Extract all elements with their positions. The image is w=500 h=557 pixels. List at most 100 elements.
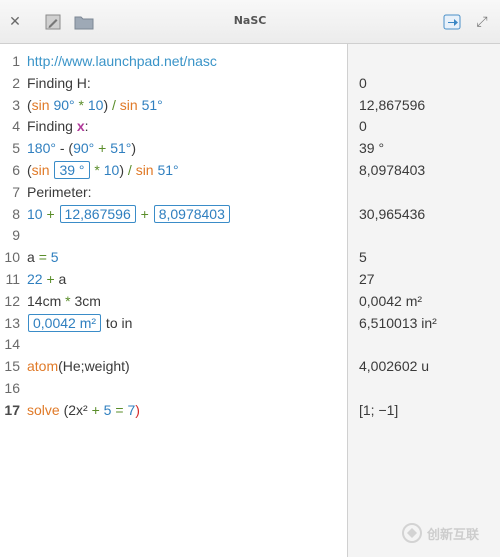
code-line[interactable]: 10 a = 5 — [0, 246, 347, 268]
code-token: (He;weight) — [58, 358, 130, 375]
code-text[interactable]: (sin 39 ° * 10) / sin 51° — [27, 159, 179, 181]
result-value[interactable]: 0 — [359, 72, 367, 94]
result-value[interactable]: 8,0978403 — [359, 159, 425, 181]
code-token: ) — [103, 96, 113, 113]
code-text[interactable]: Finding H: — [27, 72, 91, 94]
code-line[interactable]: 1 http://www.launchpad.net/nasc — [0, 50, 347, 72]
code-token: ) — [119, 162, 128, 178]
code-line[interactable]: 17 solve (2x² + 5 = 7) — [0, 399, 347, 421]
code-line[interactable]: 14 — [0, 333, 347, 355]
code-token: 10 — [27, 205, 43, 222]
line-number: 4 — [12, 118, 20, 135]
result-reference[interactable]: 39 ° — [54, 161, 90, 179]
code-token: solve — [27, 401, 60, 418]
code-token: sin — [31, 96, 50, 113]
code-line[interactable]: 4 Finding x: — [0, 115, 347, 137]
line-number: 3 — [12, 96, 20, 113]
code-text[interactable]: 22 + a — [27, 268, 66, 290]
code-text[interactable]: 10 + 12,867596 + 8,0978403 — [27, 203, 231, 225]
code-line[interactable]: 3 (sin 90° * 10) / sin 51° — [0, 94, 347, 116]
code-text[interactable]: (sin 90° * 10) / sin 51° — [27, 94, 163, 116]
code-token: x — [76, 118, 85, 135]
line-number: 10 — [4, 249, 20, 266]
maximize-icon[interactable]: ⤢ — [470, 10, 494, 34]
result-value[interactable]: 0,0042 m² — [359, 290, 422, 312]
editor-pane[interactable]: 1 http://www.launchpad.net/nasc 2 Finding H… — [0, 44, 347, 557]
result-value[interactable]: 30,965436 — [359, 203, 425, 225]
watermark-text: 创新互联 — [427, 527, 480, 543]
line-number: 12 — [4, 292, 20, 309]
watermark-icon — [402, 523, 422, 543]
code-text[interactable]: atom(He;weight) — [27, 355, 130, 377]
result-value[interactable]: 5 — [359, 246, 367, 268]
line-number: 9 — [12, 227, 20, 244]
code-line[interactable]: 9 — [0, 224, 347, 246]
code-token: 2x² — [68, 401, 88, 418]
code-token: 51° — [157, 162, 179, 178]
code-text[interactable]: solve (2x² + 5 = 7) — [27, 399, 140, 421]
code-token: + — [140, 205, 149, 222]
line-number: 11 — [5, 271, 20, 287]
code-line[interactable]: 8 10 + 12,867596 + 8,0978403 — [0, 203, 347, 225]
code-text[interactable]: Finding x: — [27, 115, 89, 137]
code-text[interactable]: http://www.launchpad.net/nasc — [27, 50, 217, 72]
code-text[interactable]: 14cm * 3cm — [27, 290, 101, 312]
line-number: 1 — [12, 53, 20, 69]
code-token: sin — [135, 162, 154, 178]
code-token: ( — [59, 401, 69, 418]
line-number: 2 — [12, 74, 20, 91]
result-value[interactable]: 0 — [359, 115, 367, 137]
code-token: 5 — [50, 249, 59, 266]
results-pane: 0 12,867596 0 39 ° 8,0978403 30,965436 5 27 0,00… — [347, 44, 500, 557]
code-line[interactable]: 12 14cm * 3cm — [0, 290, 347, 312]
code-text[interactable]: 0,0042 m² to in — [27, 312, 132, 334]
result-reference[interactable]: 8,0978403 — [153, 204, 230, 223]
result-value[interactable]: 12,867596 — [359, 94, 425, 116]
code-token: sin — [119, 96, 138, 113]
code-token: atom — [27, 358, 59, 375]
result-value[interactable]: 27 — [359, 268, 375, 290]
code-line[interactable]: 15 atom(He;weight) — [0, 355, 347, 377]
line-number: 7 — [12, 183, 20, 200]
code-token: http://www.launchpad.net/nasc — [27, 53, 217, 69]
code-line[interactable]: 16 — [0, 377, 347, 399]
code-token: + — [46, 271, 55, 287]
titlebar: ✕ NaSC ⤢ — [0, 0, 500, 44]
code-text[interactable]: a = 5 — [27, 246, 59, 268]
code-token: 10 — [87, 96, 104, 113]
line-number: 14 — [4, 336, 20, 353]
code-text[interactable]: 180° - (90° + 51°) — [27, 137, 136, 159]
code-token: Perimeter: — [27, 183, 92, 200]
code-token: a — [54, 271, 67, 287]
result-reference[interactable]: 12,867596 — [59, 204, 136, 223]
code-token: 51° — [141, 96, 163, 113]
export-icon[interactable] — [440, 10, 464, 34]
code-token: = — [38, 249, 47, 266]
code-line[interactable]: 6 (sin 39 ° * 10) / sin 51° — [0, 159, 347, 181]
line-number: 16 — [4, 380, 20, 396]
code-token: : — [84, 118, 89, 135]
code-line[interactable]: 5 180° - (90° + 51°) — [0, 137, 347, 159]
line-number: 6 — [12, 162, 20, 178]
result-reference[interactable]: 0,0042 m² — [28, 313, 102, 332]
code-token: 14cm — [27, 292, 62, 309]
code-token: sin — [31, 162, 50, 178]
code-text[interactable]: Perimeter: — [27, 181, 92, 203]
watermark-logo: 创新互联 — [401, 522, 479, 544]
code-token: 10 — [103, 162, 120, 178]
result-value[interactable]: 39 ° — [359, 137, 384, 159]
code-line[interactable]: 13 0,0042 m² to in — [0, 312, 347, 334]
line-number: 17 — [4, 401, 20, 418]
result-value[interactable]: 4,002602 u — [359, 355, 429, 377]
line-number: 8 — [12, 205, 20, 222]
code-token: Finding H: — [27, 74, 91, 91]
code-line[interactable]: 7 Perimeter: — [0, 181, 347, 203]
result-value[interactable]: 6,510013 in² — [359, 312, 437, 334]
code-line[interactable]: 2 Finding H: — [0, 72, 347, 94]
code-line[interactable]: 11 22 + a — [0, 268, 347, 290]
line-number: 5 — [12, 140, 20, 157]
code-token: 3cm — [70, 292, 101, 309]
result-value[interactable]: [1; −1] — [359, 399, 398, 421]
